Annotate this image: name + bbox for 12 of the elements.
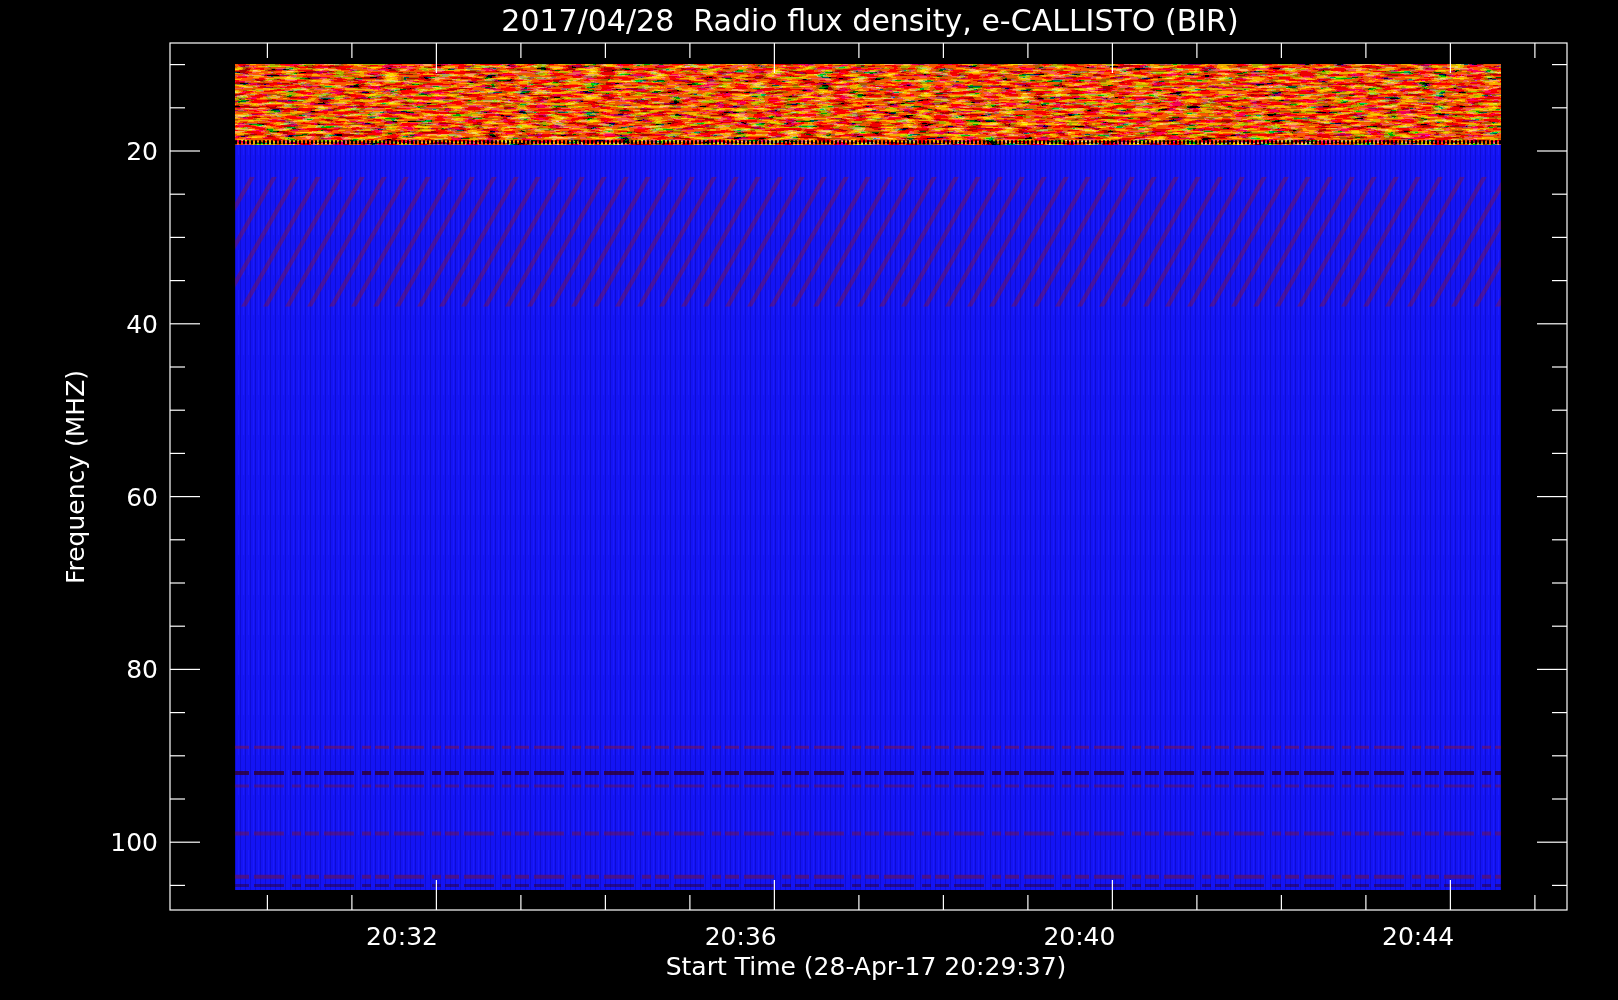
tick-label: 20:36 [704, 922, 777, 951]
plot-title: 2017/04/28 Radio flux density, e-CALLISTO (BIR) [501, 3, 1239, 38]
axis-label: Frequency (MHZ) [61, 369, 90, 585]
tick-label: 20:44 [1382, 922, 1455, 951]
tick-label: 80 [126, 655, 158, 685]
tick-label: 20:40 [1043, 922, 1116, 951]
tick-label: 20 [126, 137, 158, 166]
tick-label: 60 [126, 482, 158, 512]
tick-label: 100 [110, 828, 158, 858]
axis-label: Start Time (28-Apr-17 20:29:37) [665, 952, 1067, 981]
tick-label: 20:32 [366, 922, 438, 951]
tick-label: 40 [126, 309, 158, 339]
